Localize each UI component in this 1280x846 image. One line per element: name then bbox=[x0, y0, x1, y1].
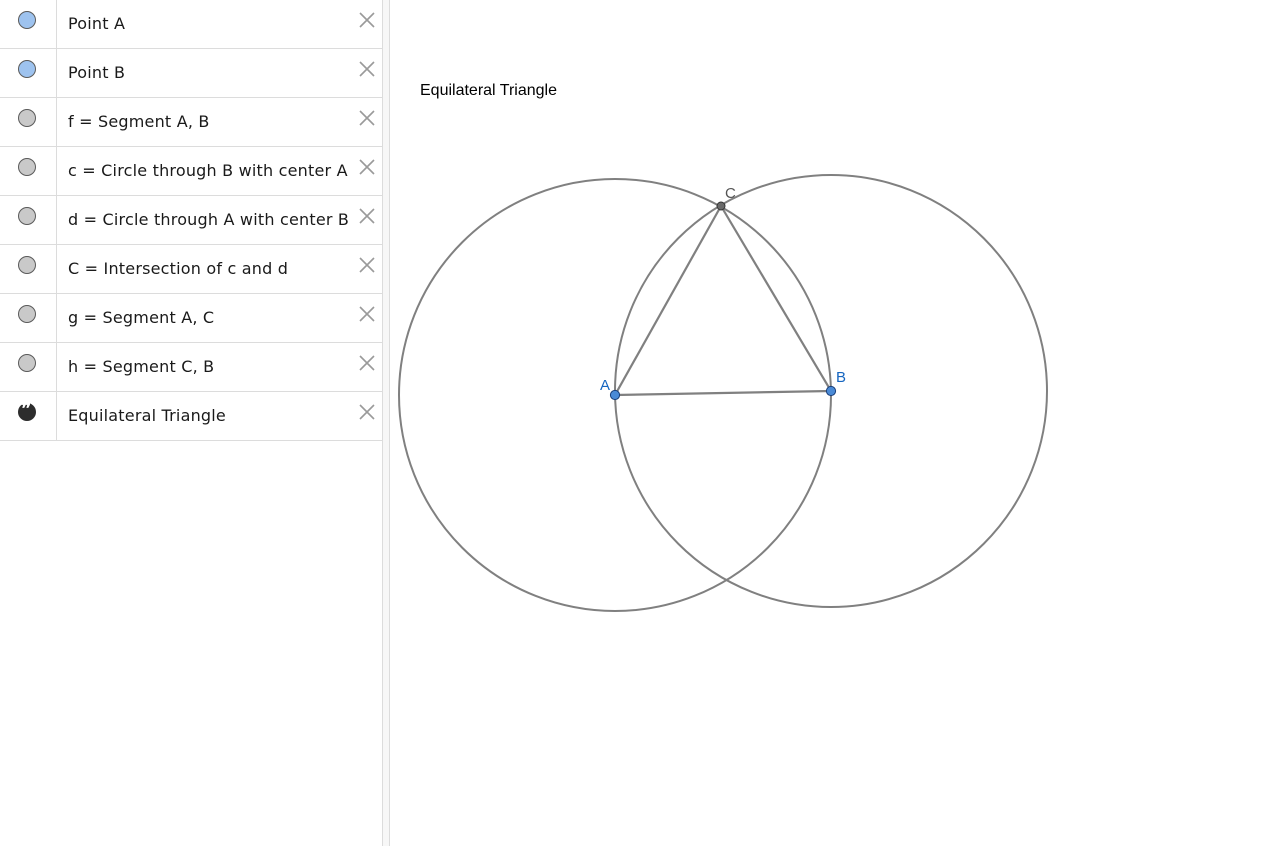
algebra-row-point-a[interactable]: Point A bbox=[0, 0, 382, 49]
close-icon[interactable] bbox=[358, 60, 376, 78]
point-label-b: B bbox=[836, 369, 846, 386]
visibility-toggle-cell[interactable] bbox=[0, 343, 57, 391]
algebra-row-circle-d[interactable]: d = Circle through A with center B bbox=[0, 196, 382, 245]
algebra-item-label[interactable]: Point A bbox=[68, 14, 125, 33]
geogebra-app: Point A Point B f = Segment A, B c = Cir… bbox=[0, 0, 1280, 846]
marble-icon[interactable] bbox=[18, 305, 36, 323]
view-divider[interactable] bbox=[383, 0, 390, 846]
algebra-row-text[interactable]: ❞ Equilateral Triangle bbox=[0, 392, 382, 441]
point-label-c: C bbox=[725, 185, 736, 202]
point-c[interactable] bbox=[716, 201, 726, 211]
segment-f[interactable] bbox=[614, 389, 832, 397]
quote-icon[interactable]: ❞ bbox=[18, 398, 36, 421]
algebra-item-label[interactable]: d = Circle through A with center B bbox=[68, 210, 349, 229]
marble-icon[interactable] bbox=[18, 60, 36, 78]
point-b[interactable] bbox=[825, 385, 837, 397]
visibility-toggle-cell[interactable] bbox=[0, 0, 57, 48]
close-icon[interactable] bbox=[358, 158, 376, 176]
marble-icon[interactable] bbox=[18, 354, 36, 372]
marble-icon[interactable] bbox=[18, 109, 36, 127]
visibility-toggle-cell[interactable] bbox=[0, 294, 57, 342]
algebra-item-label[interactable]: C = Intersection of c and d bbox=[68, 259, 288, 278]
close-icon[interactable] bbox=[358, 109, 376, 127]
algebra-row-point-b[interactable]: Point B bbox=[0, 49, 382, 98]
visibility-toggle-cell[interactable] bbox=[0, 49, 57, 97]
marble-icon[interactable] bbox=[18, 158, 36, 176]
point-label-a: A bbox=[600, 377, 610, 394]
algebra-item-label[interactable]: f = Segment A, B bbox=[68, 112, 210, 131]
visibility-toggle-cell[interactable] bbox=[0, 196, 57, 244]
algebra-item-label[interactable]: c = Circle through B with center A bbox=[68, 161, 348, 180]
algebra-item-label[interactable]: Point B bbox=[68, 63, 125, 82]
algebra-row-segment-g[interactable]: g = Segment A, C bbox=[0, 294, 382, 343]
close-icon[interactable] bbox=[358, 11, 376, 29]
algebra-item-label[interactable]: h = Segment C, B bbox=[68, 357, 214, 376]
close-icon[interactable] bbox=[358, 403, 376, 421]
point-a[interactable] bbox=[609, 389, 621, 401]
close-icon[interactable] bbox=[358, 207, 376, 225]
graphics-view[interactable]: C A B Equilateral Triangle bbox=[390, 0, 1280, 846]
visibility-toggle-cell[interactable] bbox=[0, 245, 57, 293]
algebra-row-intersection-c[interactable]: C = Intersection of c and d bbox=[0, 245, 382, 294]
visibility-toggle-cell[interactable]: ❞ bbox=[0, 392, 57, 440]
marble-icon[interactable] bbox=[18, 207, 36, 225]
algebra-item-label[interactable]: Equilateral Triangle bbox=[68, 406, 226, 425]
segment-h[interactable] bbox=[720, 205, 832, 392]
algebra-row-segment-h[interactable]: h = Segment C, B bbox=[0, 343, 382, 392]
text-object-title[interactable]: Equilateral Triangle bbox=[420, 82, 557, 100]
algebra-row-segment-f[interactable]: f = Segment A, B bbox=[0, 98, 382, 147]
marble-icon[interactable] bbox=[18, 256, 36, 274]
close-icon[interactable] bbox=[358, 256, 376, 274]
visibility-toggle-cell[interactable] bbox=[0, 147, 57, 195]
marble-icon[interactable] bbox=[18, 11, 36, 29]
graphics-canvas[interactable]: C A B bbox=[390, 0, 1280, 846]
close-icon[interactable] bbox=[358, 354, 376, 372]
quote-glyph: ❞ bbox=[21, 398, 31, 420]
segment-g[interactable] bbox=[614, 205, 722, 396]
algebra-view: Point A Point B f = Segment A, B c = Cir… bbox=[0, 0, 383, 846]
close-icon[interactable] bbox=[358, 305, 376, 323]
algebra-row-circle-c[interactable]: c = Circle through B with center A bbox=[0, 147, 382, 196]
algebra-item-label[interactable]: g = Segment A, C bbox=[68, 308, 214, 327]
visibility-toggle-cell[interactable] bbox=[0, 98, 57, 146]
